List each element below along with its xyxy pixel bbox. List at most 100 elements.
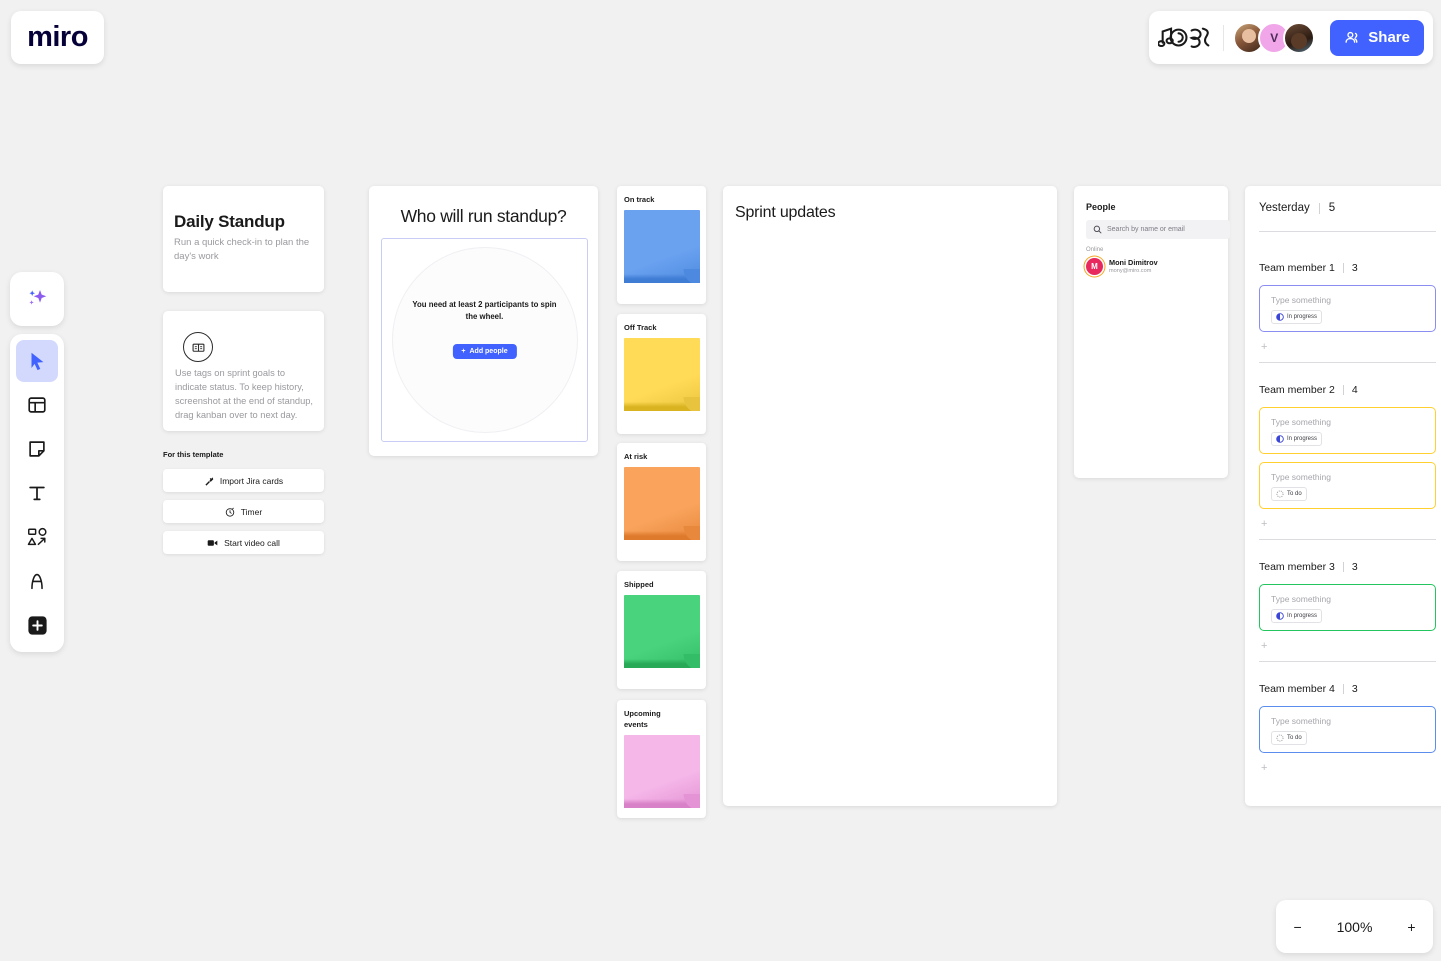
sticky-note-swatch[interactable] <box>624 735 700 808</box>
avatar: M <box>1086 258 1103 275</box>
page-title: Daily Standup <box>174 212 285 231</box>
spinner-wheel[interactable] <box>391 247 578 433</box>
half-circle-icon <box>1276 435 1284 443</box>
share-button[interactable]: Share <box>1330 19 1424 56</box>
kanban-member-header: Team member 2 4 <box>1259 384 1358 396</box>
sticky-note-card[interactable]: Upcoming events <box>617 700 706 818</box>
people-panel[interactable]: People Search by name or email Online M … <box>1074 186 1230 478</box>
status-badge-label: In progress <box>1287 613 1318 619</box>
status-badge[interactable]: To do <box>1271 487 1307 501</box>
avatar[interactable] <box>1283 21 1316 54</box>
miro-board-canvas[interactable]: miro V Share Daily Standup Run a quick c… <box>0 0 1441 961</box>
search-icon <box>1093 225 1102 234</box>
half-circle-icon <box>1276 612 1284 620</box>
person-email: mony@miro.com <box>1109 267 1152 274</box>
sticky-note-swatch[interactable] <box>624 467 700 540</box>
start-video-call-button[interactable]: Start video call <box>163 531 324 554</box>
sticky-note-swatch[interactable] <box>624 595 700 668</box>
kanban-note-card[interactable]: Type something In progress <box>1259 584 1436 631</box>
divider <box>1342 385 1344 395</box>
kanban-note-card[interactable]: Type something To do <box>1259 462 1436 509</box>
divider <box>1318 202 1320 214</box>
kanban-member-count: 3 <box>1351 262 1358 274</box>
spinner-wheel-area[interactable]: You need at least 2 participants to spin… <box>381 238 588 442</box>
sticky-note-fold <box>674 794 700 808</box>
cursor-select-icon <box>31 352 44 371</box>
tool-text[interactable] <box>16 472 58 514</box>
list-item[interactable]: M Moni Dimitrov mony@miro.com <box>1086 258 1158 275</box>
kanban-add-note-button[interactable]: + <box>1261 763 1267 774</box>
kanban-note-placeholder: Type something <box>1271 594 1332 604</box>
daily-standup-card[interactable]: Daily Standup Run a quick check-in to pl… <box>163 186 324 292</box>
sticky-note-fold <box>674 269 700 283</box>
shapes-icon <box>27 527 47 546</box>
import-jira-cards-button[interactable]: Import Jira cards <box>163 469 324 492</box>
timer-label: Timer <box>240 506 263 517</box>
share-button-label: Share <box>1368 29 1410 46</box>
spinner-title: Who will run standup? <box>400 206 567 226</box>
kanban-member-count: 4 <box>1351 384 1358 396</box>
status-badge[interactable]: In progress <box>1271 609 1323 623</box>
tool-templates[interactable] <box>16 384 58 426</box>
person-name: Moni Dimitrov <box>1109 258 1158 268</box>
sticky-note-card[interactable]: At risk <box>617 443 706 561</box>
sticky-note-label: Shipped <box>624 580 654 589</box>
kanban-note-placeholder: Type something <box>1271 417 1332 427</box>
kanban-note-card[interactable]: Type something To do <box>1259 706 1436 753</box>
for-this-template-label: For this template <box>163 450 224 459</box>
sticky-note-fold <box>674 654 700 668</box>
zoom-in-button[interactable]: + <box>1407 919 1415 935</box>
sprint-updates-frame[interactable]: Sprint updates <box>723 186 1057 806</box>
status-badge[interactable]: To do <box>1271 731 1307 745</box>
timer-button[interactable]: Timer <box>163 500 324 523</box>
kanban-add-note-button[interactable]: + <box>1261 641 1267 652</box>
half-circle-icon <box>1276 313 1284 321</box>
tool-select[interactable] <box>16 340 58 382</box>
kanban-add-note-button[interactable]: + <box>1261 519 1267 530</box>
tool-pen[interactable] <box>16 560 58 602</box>
divider <box>1342 684 1344 694</box>
sticky-note-fold <box>674 526 700 540</box>
music-doodle-icon <box>1158 26 1210 48</box>
kanban-add-note-button[interactable]: + <box>1261 342 1267 353</box>
standup-spinner-card[interactable]: Who will run standup? You need at least … <box>369 186 598 456</box>
sticky-note-swatch[interactable] <box>624 210 700 283</box>
sticky-note-label: On track <box>624 195 655 204</box>
standup-tip-card[interactable]: Use tags on sprint goals to indicate sta… <box>163 311 324 431</box>
templates-icon <box>28 397 46 413</box>
kanban-note-card[interactable]: Type something In progress <box>1259 407 1436 454</box>
divider <box>1259 539 1436 540</box>
tag-card-icon <box>183 332 213 362</box>
spinner-message: You need at least 2 participants to spin… <box>412 300 557 322</box>
tool-more-apps[interactable] <box>16 604 58 646</box>
pen-icon <box>31 573 43 590</box>
sticky-note-card[interactable]: On track <box>617 186 706 304</box>
kanban-member-header: Team member 3 3 <box>1259 561 1358 573</box>
people-panel-title: People <box>1086 202 1116 212</box>
tool-sticky-note[interactable] <box>16 428 58 470</box>
miro-logo[interactable]: miro <box>11 11 104 64</box>
sticky-note-card[interactable]: Off Track <box>617 314 706 434</box>
zoom-level[interactable]: 100% <box>1337 919 1373 935</box>
status-badge[interactable]: In progress <box>1271 310 1323 324</box>
kanban-day-count: 5 <box>1328 202 1336 214</box>
zoom-out-button[interactable]: − <box>1293 919 1301 935</box>
kanban-member-count: 3 <box>1351 683 1358 695</box>
sticky-note-card[interactable]: Shipped <box>617 571 706 689</box>
import-jira-cards-label: Import Jira cards <box>219 475 284 486</box>
divider <box>1342 562 1344 572</box>
people-icon <box>1345 31 1358 43</box>
tool-shapes[interactable] <box>16 516 58 558</box>
people-search-input[interactable]: Search by name or email <box>1086 220 1230 239</box>
kanban-note-placeholder: Type something <box>1271 295 1332 305</box>
collaborator-avatars[interactable]: V <box>1233 21 1316 54</box>
kanban-panel[interactable]: Yesterday 5 Team member 1 3 Type something… <box>1245 186 1441 806</box>
kanban-member-header: Team member 1 3 <box>1259 262 1358 274</box>
zoom-control: − 100% + <box>1276 900 1433 953</box>
tool-ai[interactable] <box>10 272 64 326</box>
status-badge[interactable]: In progress <box>1271 432 1323 446</box>
kanban-note-card[interactable]: Type something In progress <box>1259 285 1436 332</box>
ai-sparkle-icon <box>29 290 47 305</box>
sticky-note-swatch[interactable] <box>624 338 700 411</box>
add-people-button[interactable]: + Add people <box>452 344 517 359</box>
